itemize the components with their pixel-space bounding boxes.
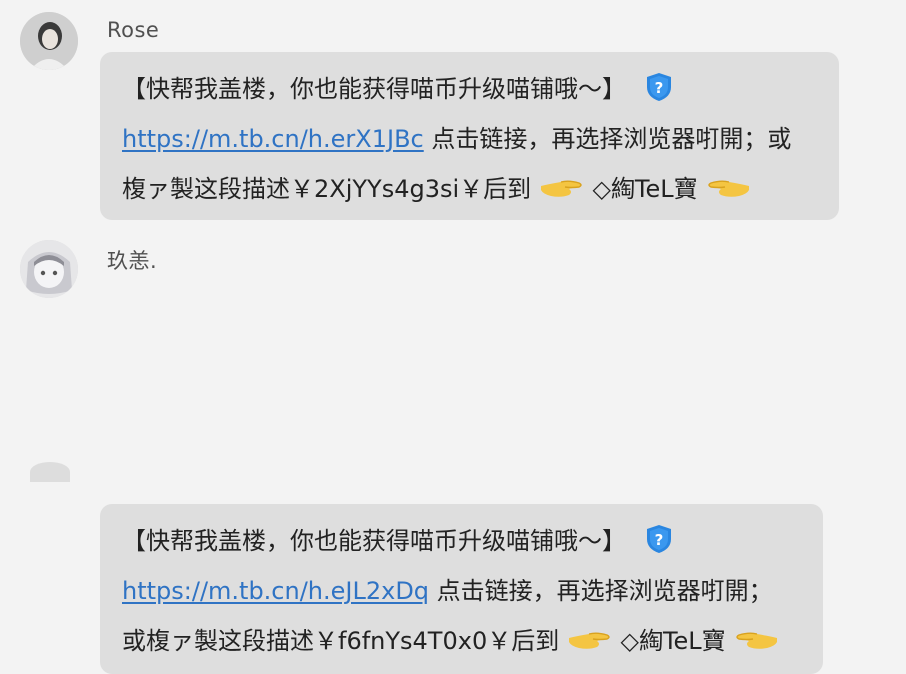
message-text: ◇綯TeL寶: [592, 175, 698, 203]
pointing-hand-icon: [733, 626, 779, 652]
message-text: 【快帮我盖楼，你也能获得喵币升级喵铺哦～】: [122, 75, 626, 103]
avatar-illustration-icon: [20, 240, 78, 298]
message-text: 或椱ァ製这段描述￥f6fnYs4T0x0￥后到: [122, 627, 560, 655]
question-shield-icon: ?: [644, 72, 674, 102]
avatar[interactable]: [20, 12, 78, 70]
message-link[interactable]: https://m.tb.cn/h.erX1JBc: [122, 125, 424, 153]
chat-view: Rose 【快帮我盖楼，你也能获得喵币升级喵铺哦～】 ? https://m.t…: [0, 0, 906, 674]
message-bubble[interactable]: 【快帮我盖楼，你也能获得喵币升级喵铺哦～】 ? https://m.tb.cn/…: [100, 52, 839, 220]
message-bubble[interactable]: 【快帮我盖楼，你也能获得喵币升级喵铺哦～】 ? https://m.tb.cn/…: [100, 504, 823, 674]
message-text: 点击链接，再选择浏览器咑開；: [429, 577, 773, 605]
pointing-hand-icon: [539, 174, 585, 200]
avatar[interactable]: [20, 240, 78, 298]
sender-name: Rose: [107, 18, 160, 42]
message-line: 【快帮我盖楼，你也能获得喵币升级喵铺哦～】 ?: [122, 524, 674, 558]
message-text: ◇綯TeL寶: [620, 627, 726, 655]
message-line: https://m.tb.cn/h.erX1JBc 点击链接，再选择浏览器咑開；…: [122, 122, 791, 156]
avatar-photo-icon: [20, 12, 78, 70]
message-line: 【快帮我盖楼，你也能获得喵币升级喵铺哦～】 ?: [122, 72, 674, 106]
pointing-hand-icon: [705, 174, 751, 200]
svg-text:?: ?: [654, 531, 663, 549]
pointing-hand-icon: [567, 626, 613, 652]
avatar: [30, 462, 70, 482]
message-text: 点击链接，再选择浏览器咑開；或: [423, 125, 792, 153]
message-line: 椱ァ製这段描述￥2XjYYs4g3si￥后到 ◇綯TeL寶: [122, 172, 751, 206]
sender-name: 玖恙.: [107, 249, 158, 273]
question-shield-icon: ?: [644, 524, 674, 554]
message-text: 椱ァ製这段描述￥2XjYYs4g3si￥后到: [122, 175, 532, 203]
svg-text:?: ?: [654, 79, 663, 97]
message-text: 【快帮我盖楼，你也能获得喵币升级喵铺哦～】: [122, 527, 626, 555]
message-line: https://m.tb.cn/h.eJL2xDq 点击链接，再选择浏览器咑開；: [122, 574, 773, 608]
message-link[interactable]: https://m.tb.cn/h.eJL2xDq: [122, 577, 429, 605]
message-line: 或椱ァ製这段描述￥f6fnYs4T0x0￥后到 ◇綯TeL寶: [122, 624, 779, 658]
